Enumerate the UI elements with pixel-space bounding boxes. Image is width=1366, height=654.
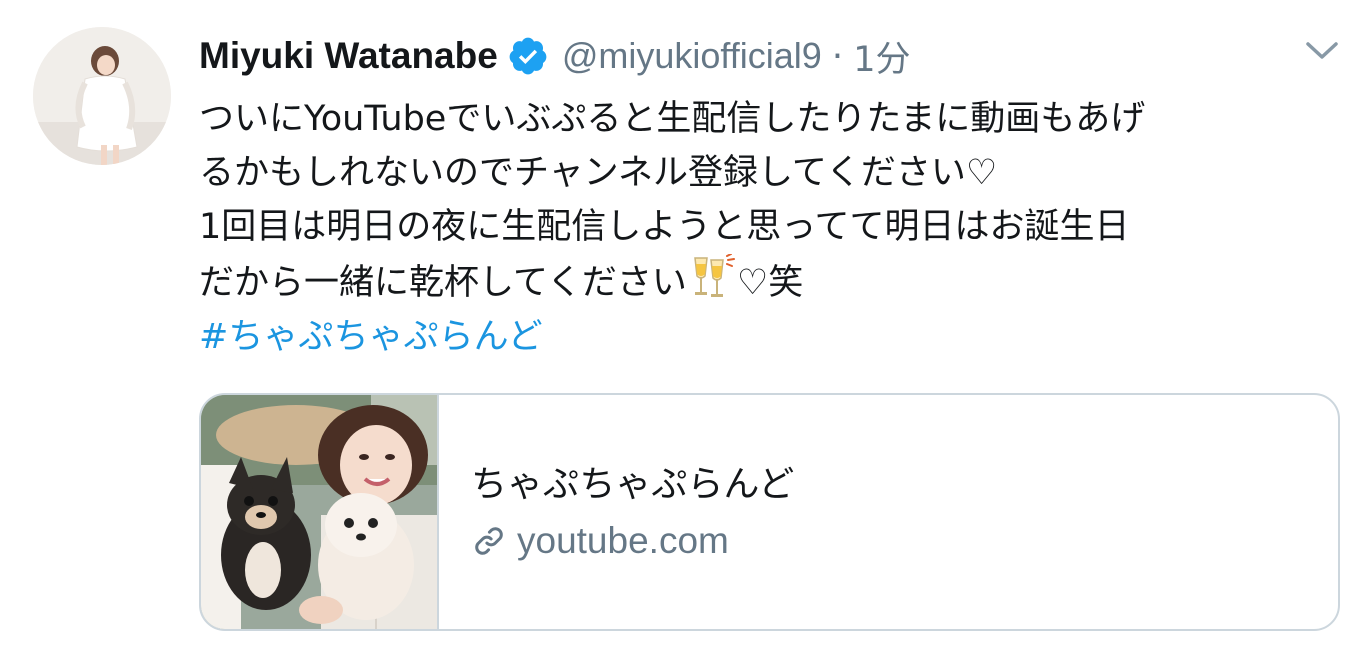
tweet-text-line: だから一緒に乾杯してください ♡笑 xyxy=(199,253,1349,310)
tweet-text-line-tail: ♡笑 xyxy=(736,263,804,303)
card-domain: youtube.com xyxy=(471,520,729,562)
separator-dot: · xyxy=(831,35,844,77)
avatar-photo xyxy=(33,27,171,165)
display-name[interactable]: Miyuki Watanabe xyxy=(199,35,498,77)
card-title: ちゃぷちゃぷらんど xyxy=(471,464,795,505)
user-handle[interactable]: @miyukiofficial9 xyxy=(562,35,822,77)
timestamp[interactable]: 1分 xyxy=(853,31,910,82)
card-domain-text: youtube.com xyxy=(517,520,729,561)
hashtag-link[interactable]: #ちゃぷちゃぷらんど xyxy=(199,310,1349,364)
tweet-text-line: ついにYouTubeでいぶぷると生配信したりたまに動画もあげ xyxy=(199,99,1146,139)
clinking-glasses-emoji xyxy=(687,253,737,300)
tweet-text-line: るかもしれないのでチャンネル登録してください♡ xyxy=(199,153,998,193)
tweet-text-line: 1回目は明日の夜に生配信しようと思ってて明日はお誕生日 xyxy=(199,207,1130,247)
tweet-header: Miyuki Watanabe @miyukiofficial9 · 1分 xyxy=(199,28,911,84)
link-preview-card[interactable]: ちゃぷちゃぷらんど youtube.com xyxy=(199,393,1340,631)
tweet-text-line-part: だから一緒に乾杯してください xyxy=(199,263,687,303)
verified-badge-icon xyxy=(507,35,549,77)
avatar[interactable] xyxy=(33,27,171,165)
tweet-text: ついにYouTubeでいぶぷると生配信したりたまに動画もあげ るかもしれないので… xyxy=(199,92,1349,364)
card-thumbnail xyxy=(201,395,439,629)
chevron-down-icon[interactable] xyxy=(1302,36,1342,64)
link-icon xyxy=(471,523,507,559)
